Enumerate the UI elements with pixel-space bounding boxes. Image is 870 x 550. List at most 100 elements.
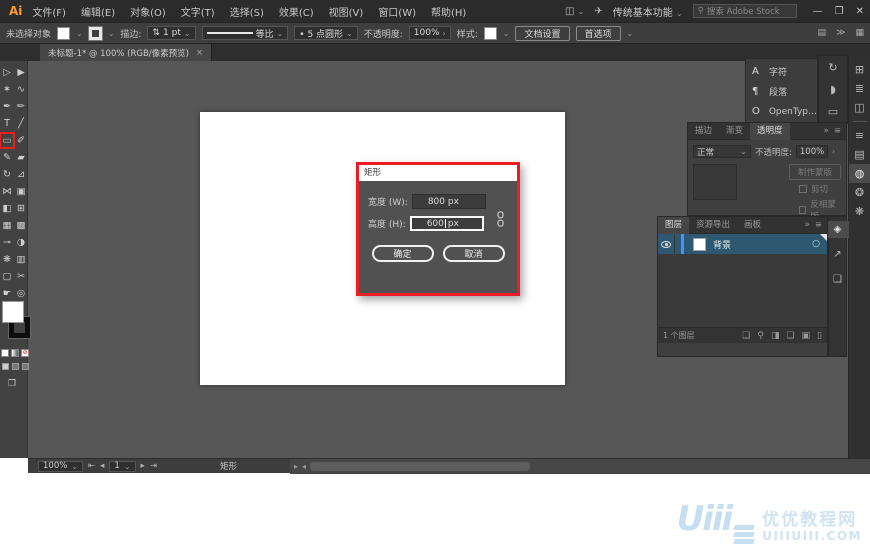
menu-view[interactable]: 视图(V) — [329, 4, 364, 19]
minimize-button[interactable]: — — [813, 6, 823, 17]
graphic-styles-panel-icon[interactable]: ❂ — [849, 183, 870, 202]
opentype-panel-item[interactable]: O OpenTyp… — [752, 106, 817, 117]
brushes-dock-icon[interactable]: ↻ — [828, 61, 837, 74]
delete-layer-icon[interactable]: ▯ — [817, 331, 822, 341]
artboard-number-select[interactable]: 1⌄ — [109, 461, 135, 472]
scroll-left-icon[interactable]: ▸ — [294, 462, 298, 471]
locate-object-icon[interactable]: ⚲ — [757, 331, 764, 341]
grid-shortcut-icon[interactable]: ▦ — [855, 28, 864, 38]
height-field[interactable]: 600px — [410, 216, 484, 231]
layer-thumbnail[interactable] — [693, 238, 706, 251]
rotate-tool[interactable]: ↻ — [3, 170, 11, 180]
arrange-documents-icon[interactable]: ◫ ⌄ — [565, 6, 584, 17]
asset-export-panel-icon[interactable]: ↗ — [827, 246, 849, 263]
blend-mode-select[interactable]: 正常 ⌄ — [693, 145, 751, 158]
tab-layers[interactable]: 图层 — [658, 217, 689, 234]
scrollbar-thumb[interactable] — [310, 462, 530, 471]
menu-window[interactable]: 窗口(W) — [378, 4, 416, 19]
width-field[interactable]: 800 px — [412, 194, 486, 209]
scroll-right-icon[interactable]: ◂ — [302, 462, 306, 471]
draw-inside-mode[interactable] — [22, 363, 29, 370]
style-dropdown-icon[interactable]: ⌄ — [503, 29, 510, 38]
visibility-cell[interactable] — [658, 234, 675, 254]
mesh-tool[interactable]: ▦ — [3, 221, 12, 231]
expand-dock-icon[interactable]: ≫ — [836, 28, 845, 38]
fill-color-swatch[interactable] — [57, 27, 70, 40]
make-clip-mask-icon[interactable]: ◨ — [771, 331, 780, 341]
pathfinder-panel-icon[interactable]: ◫ — [849, 98, 870, 117]
fill-swatch[interactable] — [2, 301, 24, 323]
ai-logo[interactable]: Ai — [9, 4, 22, 18]
menu-type[interactable]: 文字(T) — [181, 4, 215, 19]
pen-tool[interactable]: ✒ — [3, 102, 11, 112]
panel-menu-icon[interactable]: ≡ — [834, 126, 841, 136]
workspace-switcher[interactable]: 传统基本功能 ⌄ — [613, 4, 683, 19]
width-profile-dropdown[interactable]: 等比 ⌄ — [202, 26, 289, 40]
shape-builder-tool[interactable]: ◧ — [3, 204, 12, 214]
more-options-icon[interactable]: ⌄ — [627, 29, 634, 38]
transform-panel-icon[interactable]: ⊞ — [849, 60, 870, 79]
cancel-button[interactable]: 取消 — [443, 245, 505, 262]
menu-object[interactable]: 对象(O) — [130, 4, 166, 19]
stepper-icon[interactable]: ⇅ — [152, 28, 160, 38]
tab-close-icon[interactable]: × — [196, 48, 203, 58]
new-layer-icon[interactable]: ▣ — [802, 331, 811, 341]
paintbrush-tool[interactable]: ✐ — [17, 136, 25, 146]
style-swatch[interactable] — [484, 27, 497, 40]
layers-panel-icon[interactable]: ◈ — [827, 221, 849, 238]
collapse-icon[interactable]: » — [824, 126, 829, 136]
prev-artboard-icon[interactable]: ◂ — [100, 461, 104, 471]
stroke-color-swatch[interactable] — [89, 27, 102, 40]
color-button[interactable] — [1, 349, 9, 357]
stroke-weight-field[interactable]: ⇅ 1 pt ⌄ — [147, 26, 195, 40]
gradient-tool[interactable]: ▩ — [17, 221, 26, 231]
brush-definition-dropdown[interactable]: • 5 点圆形 ⌄ — [294, 26, 357, 40]
artboards-panel-icon[interactable]: ❏ — [827, 271, 849, 288]
layer-row-background[interactable]: 背景 ○ — [658, 234, 827, 254]
paragraph-panel-item[interactable]: ¶ 段落 — [752, 85, 817, 98]
perspective-grid-tool[interactable]: ⊞ — [17, 204, 25, 214]
character-panel-item[interactable]: A 字符 — [752, 65, 817, 78]
appearance-shortcut-icon[interactable]: ▤ — [818, 28, 827, 38]
menu-effect[interactable]: 效果(C) — [279, 4, 314, 19]
target-circle-icon[interactable]: ○ — [812, 239, 820, 249]
document-setup-button[interactable]: 文档设置 — [515, 26, 569, 41]
free-transform-tool[interactable]: ▣ — [17, 187, 26, 197]
line-segment-tool[interactable]: ╱ — [18, 119, 24, 129]
lasso-tool[interactable]: ∿ — [17, 85, 25, 95]
eraser-tool[interactable]: ▰ — [17, 153, 24, 163]
clip-checkbox[interactable]: 剪切 — [799, 183, 828, 195]
collect-for-export-icon[interactable]: ❏ — [742, 331, 750, 341]
menu-select[interactable]: 选择(S) — [230, 4, 264, 19]
draw-normal-mode[interactable] — [2, 363, 9, 370]
menu-help[interactable]: 帮助(H) — [431, 4, 466, 19]
slice-tool[interactable]: ✂ — [17, 272, 25, 282]
menu-edit[interactable]: 编辑(E) — [81, 4, 115, 19]
menu-file[interactable]: 文件(F) — [32, 4, 66, 19]
stroke-panel-icon[interactable]: ≡ — [849, 126, 870, 145]
curvature-tool[interactable]: ✏ — [17, 102, 25, 112]
preferences-button[interactable]: 首选项 — [576, 26, 621, 41]
width-tool[interactable]: ⋈ — [2, 187, 12, 197]
gradient-button[interactable] — [11, 349, 19, 357]
tab-asset-export[interactable]: 资源导出 — [689, 217, 737, 234]
eyedropper-tool[interactable]: ⊸ — [3, 238, 11, 248]
collapsed-dock-icon[interactable]: ▭ — [828, 105, 838, 118]
direct-selection-tool[interactable]: ▷ — [3, 68, 10, 78]
make-mask-button[interactable]: 制作蒙版 — [789, 164, 841, 180]
search-input[interactable]: ⚲ 搜索 Adobe Stock — [693, 4, 797, 18]
zoom-tool[interactable]: ◎ — [17, 289, 25, 299]
link-dimensions-icon[interactable] — [495, 211, 506, 231]
restore-button[interactable]: ❐ — [835, 6, 844, 17]
close-button[interactable]: ✕ — [856, 6, 864, 17]
opacity-expand-icon[interactable]: › — [832, 147, 835, 156]
zoom-level-select[interactable]: 100%⌄ — [38, 461, 83, 472]
rectangle-tool[interactable]: ▭ — [3, 136, 12, 146]
artboard-tool[interactable]: ▢ — [3, 272, 12, 282]
scale-tool[interactable]: ⊿ — [17, 170, 25, 180]
panel-opacity-field[interactable]: 100% — [796, 145, 828, 158]
none-button[interactable]: ⊘ — [21, 349, 29, 357]
screen-mode-button[interactable]: ❐ — [8, 379, 16, 389]
opacity-field[interactable]: 100% › — [409, 26, 451, 40]
draw-behind-mode[interactable] — [12, 363, 19, 370]
